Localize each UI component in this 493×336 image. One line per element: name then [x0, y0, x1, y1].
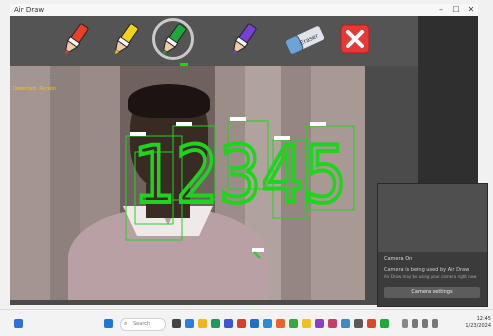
desktop-frame: Air Draw – ☐ ✕ Eraser _ _ _ _ _ _ _ _ _ …	[0, 0, 493, 336]
app-icon[interactable]	[315, 319, 324, 328]
close-app-button[interactable]	[340, 24, 370, 54]
search-icon: ⌕	[124, 320, 128, 327]
eraser-icon: Eraser	[284, 25, 326, 55]
app-icon[interactable]	[354, 319, 363, 328]
red-marker-button[interactable]	[56, 20, 94, 60]
app-icon[interactable]	[263, 319, 272, 328]
start-icon[interactable]	[104, 319, 113, 328]
yellow-marker-button[interactable]	[106, 20, 144, 60]
notification-title: Camera On	[384, 256, 413, 262]
green-marker-icon	[163, 23, 187, 55]
clock-time: 12:45	[476, 316, 491, 322]
camera-notification: Camera On Camera is being used by Air Dr…	[377, 183, 488, 307]
app-icon[interactable]	[289, 319, 298, 328]
close-icon	[340, 24, 370, 54]
green-marker-button[interactable]	[154, 20, 192, 60]
minimize-button[interactable]: –	[434, 4, 448, 16]
volume-icon[interactable]	[422, 319, 428, 328]
app-icon[interactable]	[237, 319, 246, 328]
window-title: Air Draw	[14, 6, 45, 14]
app-icon[interactable]	[224, 319, 233, 328]
app-icon[interactable]	[250, 319, 259, 328]
app-icon[interactable]	[328, 319, 337, 328]
red-marker-icon	[65, 23, 89, 55]
widgets-icon[interactable]	[14, 319, 23, 328]
window-close-button[interactable]: ✕	[464, 4, 478, 16]
camera-settings-button[interactable]: Camera settings	[384, 287, 480, 298]
notification-detail: Air Draw may be using your camera right …	[384, 274, 477, 279]
taskbar-search[interactable]: ⌕ Search	[120, 318, 166, 331]
battery-icon[interactable]	[432, 319, 438, 328]
camera-feed: _ _ _ _ _ _ _ _ _ _ _ _ _ _ _ _ _ _ _ _ …	[10, 66, 365, 300]
toolbar: Eraser	[10, 16, 422, 71]
clock-date: 1/23/2024	[465, 323, 491, 329]
file-explorer-icon[interactable]	[198, 319, 207, 328]
chrome-icon[interactable]	[302, 319, 311, 328]
air-draw-window: Eraser _ _ _ _ _ _ _ _ _ _ _ _ _ _ _ _ _…	[10, 16, 422, 305]
notification-message: Camera is being used by Air Draw	[384, 267, 470, 273]
background-window	[418, 16, 478, 186]
maximize-button[interactable]: ☐	[449, 4, 463, 16]
purple-marker-button[interactable]	[224, 20, 262, 60]
app-icon[interactable]	[380, 319, 389, 328]
edge-icon[interactable]	[185, 319, 194, 328]
app-icon[interactable]	[341, 319, 350, 328]
camera-preview	[378, 184, 487, 252]
app-icon[interactable]	[276, 319, 285, 328]
store-icon[interactable]	[211, 319, 220, 328]
tray-chevron-icon[interactable]	[402, 319, 408, 328]
yellow-marker-icon	[115, 23, 139, 55]
drawing-overlay: 12345	[125, 117, 355, 259]
drawing-stroke	[253, 251, 261, 259]
app-icon[interactable]	[367, 319, 376, 328]
network-icon[interactable]	[412, 319, 418, 328]
air-drawn-text: 12345	[133, 131, 347, 221]
taskbar: ⌕ Search 12:45 1/23/2024	[0, 309, 493, 336]
task-view-icon[interactable]	[172, 319, 181, 328]
search-placeholder: Search	[133, 321, 151, 327]
eraser-button[interactable]: Eraser	[282, 20, 328, 60]
purple-marker-icon	[233, 23, 257, 55]
taskbar-clock[interactable]: 12:45 1/23/2024	[453, 316, 491, 330]
